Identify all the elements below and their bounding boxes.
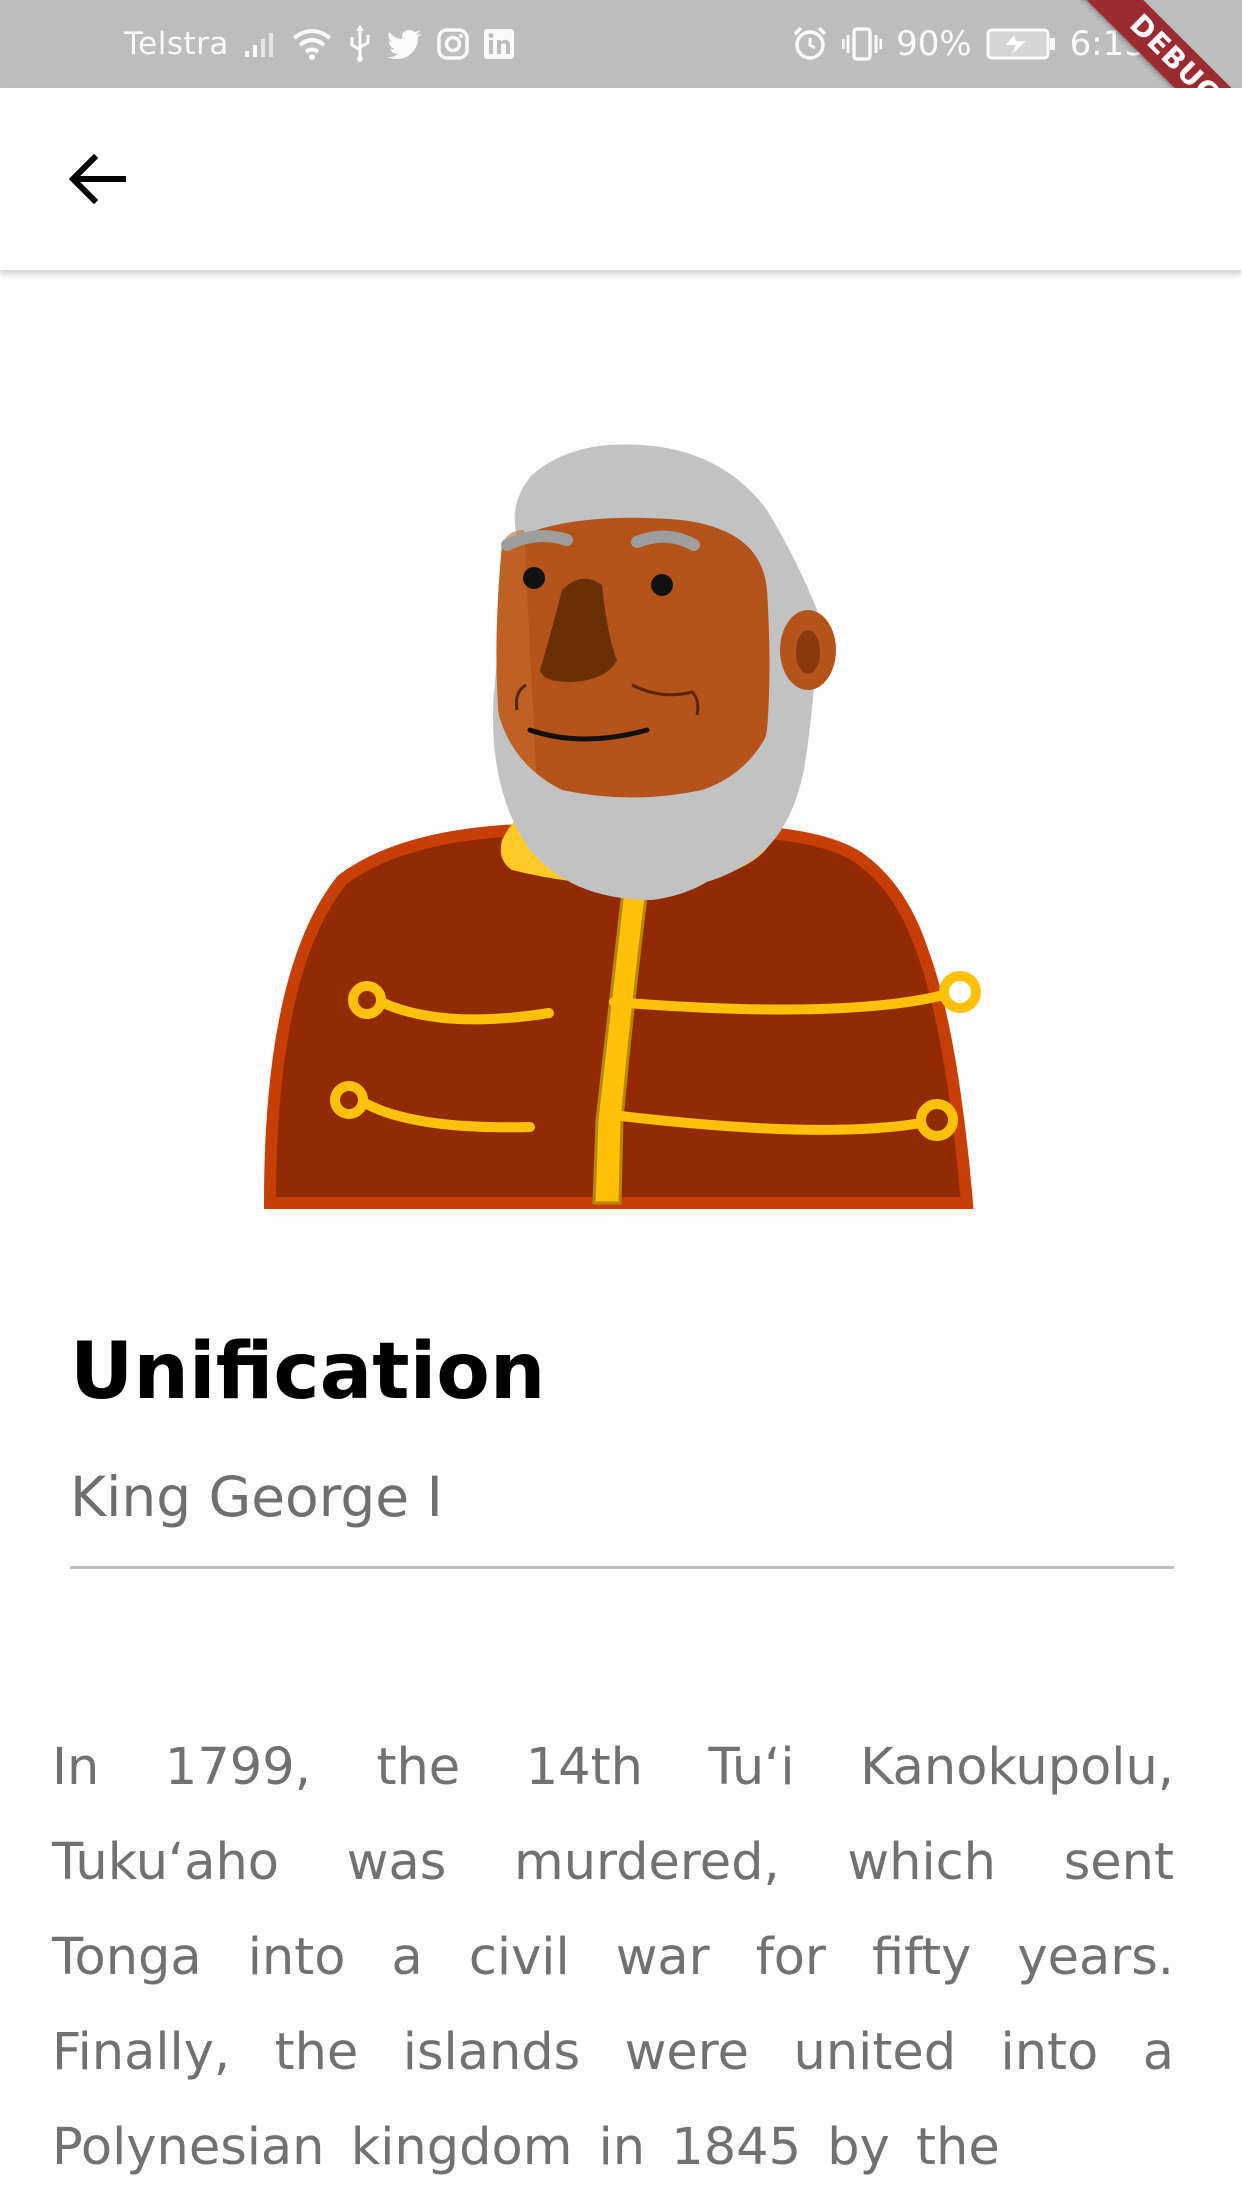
app-bar	[0, 88, 1242, 270]
twitter-icon	[386, 29, 423, 59]
back-button[interactable]	[52, 136, 142, 226]
signal-icon	[243, 29, 277, 59]
status-left-group: Telstra	[124, 0, 515, 88]
battery-percent: 90%	[896, 24, 972, 64]
vibrate-icon	[842, 27, 883, 61]
body-text: In 1799, the 14th Tu‘i Kanokupolu, Tuku‘…	[52, 1738, 1174, 2177]
page-title: Unification	[70, 1327, 546, 1417]
wifi-icon	[291, 27, 333, 61]
instagram-icon	[437, 28, 469, 60]
page-subtitle: King George I	[70, 1465, 443, 1529]
king-george-portrait	[263, 444, 981, 1209]
battery-charging-icon	[986, 27, 1056, 61]
face	[496, 517, 770, 798]
status-right-group: 90% 6:13	[792, 0, 1146, 88]
arrow-back-icon	[67, 152, 127, 211]
divider	[70, 1566, 1174, 1569]
clock: 6:13	[1069, 24, 1146, 64]
status-bar: Telstra 90% 6:13	[0, 0, 1242, 88]
linkedin-icon	[483, 28, 515, 60]
usb-icon	[347, 25, 373, 63]
carrier-name: Telstra	[124, 26, 229, 62]
alarm-icon	[792, 26, 828, 62]
